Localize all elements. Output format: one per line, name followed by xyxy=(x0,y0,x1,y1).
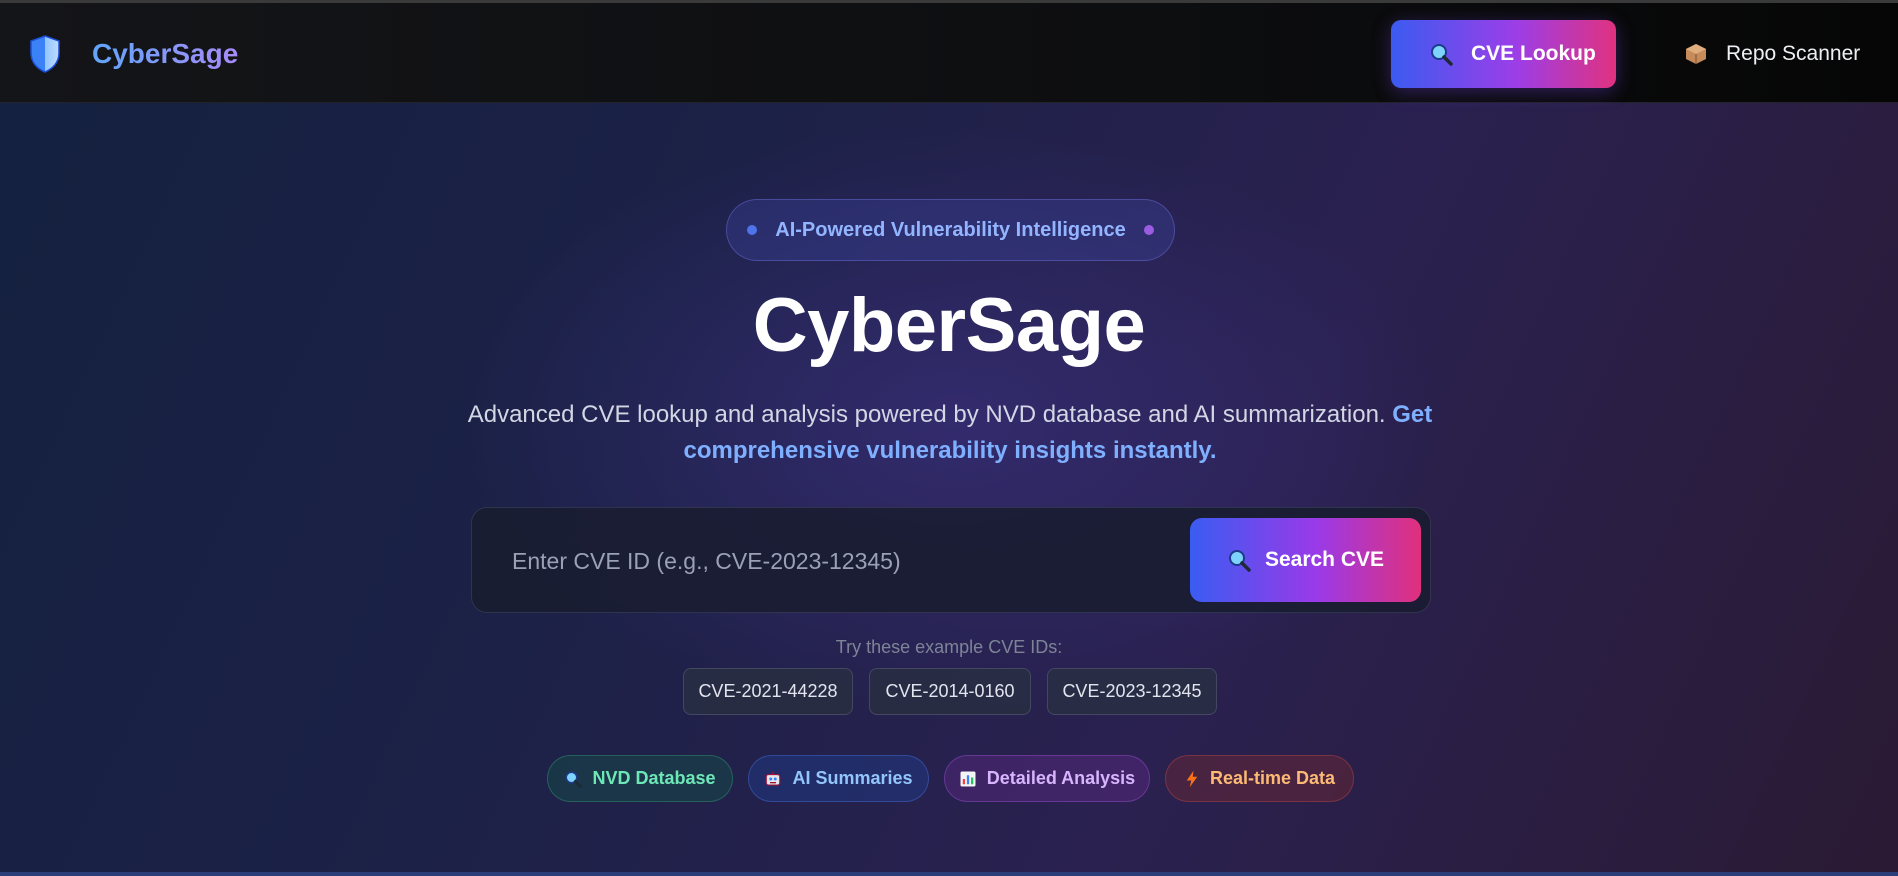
magnifier-icon xyxy=(1227,548,1251,572)
nav-cve-lookup[interactable]: CVE Lookup xyxy=(1391,20,1616,88)
bottom-accent-line xyxy=(0,872,1898,876)
examples-label: Try these example CVE IDs: xyxy=(835,637,1063,657)
example-cve-chip[interactable]: CVE-2014-0160 xyxy=(869,668,1031,715)
feature-label: NVD Database xyxy=(592,768,716,788)
robot-icon xyxy=(764,770,782,788)
package-icon xyxy=(1682,40,1710,68)
feature-badge-nvd-database: NVD Database xyxy=(547,755,733,802)
nav-repo-scanner-label: Repo Scanner xyxy=(1726,42,1861,65)
badge-dot-left xyxy=(747,225,758,235)
badge-dot-right xyxy=(1143,225,1154,235)
example-cve-chip[interactable]: CVE-2023-12345 xyxy=(1047,668,1217,715)
hero-badge-label: AI-Powered Vulnerability Intelligence xyxy=(775,218,1126,241)
hero-title: CyberSage xyxy=(752,283,1146,368)
search-box: Search CVE xyxy=(471,507,1431,613)
shield-icon xyxy=(30,35,60,73)
nav-repo-scanner[interactable]: Repo Scanner xyxy=(1682,20,1862,88)
brand-name: CyberSage xyxy=(92,38,239,69)
hero-badge: AI-Powered Vulnerability Intelligence xyxy=(726,199,1175,261)
search-cve-button-label: Search CVE xyxy=(1264,548,1385,571)
feature-badge-ai-summaries: AI Summaries xyxy=(748,755,929,802)
hero-subtitle-text: Advanced CVE lookup and analysis powered… xyxy=(467,401,1386,428)
feature-badge-detailed-analysis: Detailed Analysis xyxy=(944,755,1150,802)
page: CyberSage CVE Lookup Repo Scanner AI-Pow… xyxy=(0,0,1898,876)
example-cve-chip[interactable]: CVE-2021-44228 xyxy=(683,668,853,715)
magnifier-icon xyxy=(564,770,583,788)
brand[interactable]: CyberSage xyxy=(28,34,238,74)
cve-search-input[interactable] xyxy=(512,535,1152,587)
hero-subtitle: Advanced CVE lookup and analysis powered… xyxy=(460,397,1440,469)
lightning-icon xyxy=(1184,770,1200,788)
feature-badge-real-time-data: Real-time Data xyxy=(1165,755,1354,802)
magnifier-icon xyxy=(1427,40,1455,68)
bar-chart-icon xyxy=(959,770,977,788)
nav-cve-lookup-label: CVE Lookup xyxy=(1471,42,1596,65)
search-cve-button[interactable]: Search CVE xyxy=(1190,518,1421,602)
feature-label: Detailed Analysis xyxy=(986,768,1136,788)
navbar: CyberSage CVE Lookup Repo Scanner xyxy=(0,3,1898,103)
feature-label: Real-time Data xyxy=(1209,768,1336,788)
feature-label: AI Summaries xyxy=(792,768,913,788)
